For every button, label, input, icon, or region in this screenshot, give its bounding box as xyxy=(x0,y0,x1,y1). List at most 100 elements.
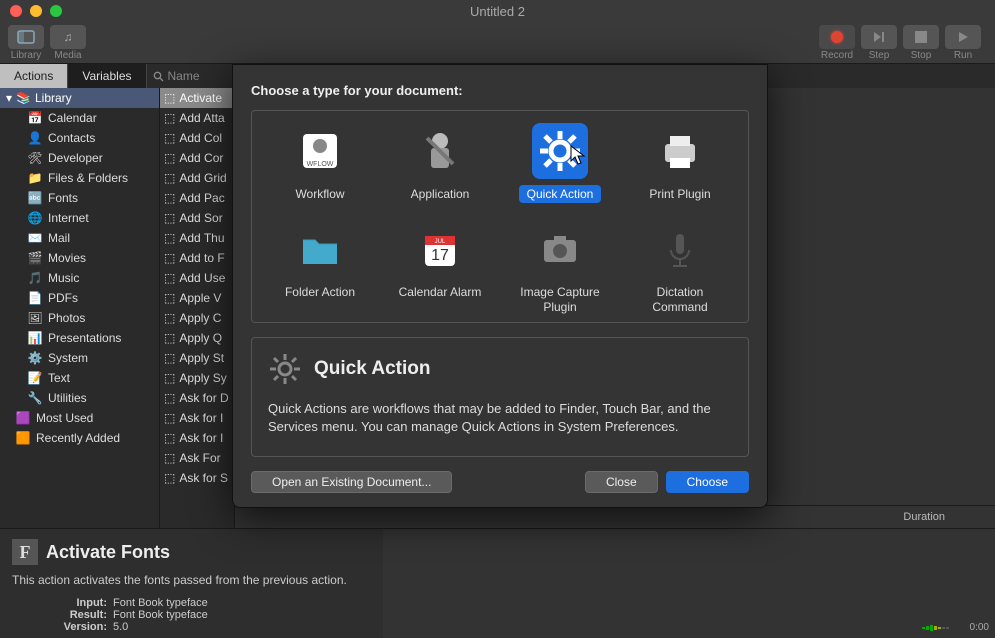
category-icon: 👤 xyxy=(28,131,42,145)
library-item[interactable]: ⚙️System xyxy=(0,348,159,368)
library-item-label: Fonts xyxy=(48,191,78,205)
library-item[interactable]: 🔧 Utilities xyxy=(0,388,159,408)
category-icon: 📁 xyxy=(28,171,42,185)
action-item[interactable]: ⬚Add Grid xyxy=(160,168,234,188)
action-icon: ⬚ xyxy=(164,91,175,105)
window-title: Untitled 2 xyxy=(470,4,525,19)
minimize-window-icon[interactable] xyxy=(30,5,42,17)
library-item[interactable]: 🎵Music xyxy=(0,268,159,288)
action-icon: ⬚ xyxy=(164,311,175,325)
action-item-label: Ask for S xyxy=(179,471,228,485)
stop-icon xyxy=(903,25,939,49)
library-toolbar-label: Library xyxy=(11,50,42,61)
action-item[interactable]: ⬚Add Sor xyxy=(160,208,234,228)
fonts-icon: F xyxy=(12,539,38,565)
action-item[interactable]: ⬚Apply Q xyxy=(160,328,234,348)
stop-toolbar-button[interactable]: Stop xyxy=(903,25,939,61)
action-item[interactable]: ⬚Apply C xyxy=(160,308,234,328)
doc-type-dictation-command[interactable]: Dictation Command xyxy=(620,221,740,316)
action-item[interactable]: ⬚Add Atta xyxy=(160,108,234,128)
close-window-icon[interactable] xyxy=(10,5,22,17)
action-item[interactable]: ⬚Ask For xyxy=(160,448,234,468)
library-item[interactable]: 📄PDFs xyxy=(0,288,159,308)
action-item[interactable]: ⬚Apply St xyxy=(160,348,234,368)
action-item[interactable]: ⬚Activate xyxy=(160,88,234,108)
library-item[interactable]: 🖼Photos xyxy=(0,308,159,328)
category-icon: 🛠 xyxy=(28,151,42,165)
library-header[interactable]: ▾ 📚 Library xyxy=(0,88,159,108)
doc-type-label: Application xyxy=(403,185,478,203)
library-item-label: Photos xyxy=(48,311,85,325)
step-toolbar-button[interactable]: Step xyxy=(861,25,897,61)
action-item[interactable]: ⬚Apple V xyxy=(160,288,234,308)
library-item[interactable]: 🔤 Fonts xyxy=(0,188,159,208)
action-item-label: Add Cor xyxy=(179,151,223,165)
action-item[interactable]: ⬚Add Cor xyxy=(160,148,234,168)
choose-button[interactable]: Choose xyxy=(666,471,749,493)
doc-type-image-capture-plugin[interactable]: Image Capture Plugin xyxy=(500,221,620,316)
library-item-label: Utilities xyxy=(48,391,87,405)
action-item[interactable]: ⬚Ask for I xyxy=(160,428,234,448)
action-icon: ⬚ xyxy=(164,331,175,345)
action-item[interactable]: ⬚Add to F xyxy=(160,248,234,268)
action-item-label: Apply Sy xyxy=(179,371,226,385)
tab-variables[interactable]: Variables xyxy=(68,64,146,88)
zoom-window-icon[interactable] xyxy=(50,5,62,17)
action-item[interactable]: ⬚ Apply Sy xyxy=(160,368,234,388)
action-item[interactable]: ⬚Ask for I xyxy=(160,408,234,428)
run-toolbar-button[interactable]: Run xyxy=(945,25,981,61)
action-item[interactable]: ⬚Add Use xyxy=(160,268,234,288)
action-icon: ⬚ xyxy=(164,191,175,205)
action-item[interactable]: ⬚Add Col xyxy=(160,128,234,148)
action-item[interactable]: ⬚Add Thu xyxy=(160,228,234,248)
action-item-label: Ask for D xyxy=(179,391,228,405)
action-item[interactable]: ⬚Ask for S xyxy=(160,468,234,488)
close-button[interactable]: Close xyxy=(585,471,658,493)
library-item[interactable]: 📝Text xyxy=(0,368,159,388)
step-icon xyxy=(861,25,897,49)
library-item[interactable]: 📊Presentations xyxy=(0,328,159,348)
library-most-used[interactable]: 🟪Most Used xyxy=(0,408,159,428)
action-icon: ⬚ xyxy=(164,371,175,385)
open-existing-document-button[interactable]: Open an Existing Document... xyxy=(251,471,452,493)
record-toolbar-button[interactable]: Record xyxy=(819,25,855,61)
action-icon: ⬚ xyxy=(164,291,175,305)
action-icon: ⬚ xyxy=(164,351,175,365)
doc-type-workflow[interactable]: WFLOWWorkflow xyxy=(260,123,380,203)
audio-meter-icon xyxy=(922,623,966,633)
action-item[interactable]: ⬚Ask for D xyxy=(160,388,234,408)
library-item[interactable]: 📅Calendar xyxy=(0,108,159,128)
doc-type-folder-action[interactable]: Folder Action xyxy=(260,221,380,316)
library-item[interactable]: 🎬Movies xyxy=(0,248,159,268)
most-used-label: Most Used xyxy=(36,411,93,425)
media-toolbar-button[interactable]: ♫ Media xyxy=(50,25,86,61)
doc-type-calendar-alarm[interactable]: 17JULCalendar Alarm xyxy=(380,221,500,316)
disclosure-triangle-icon: ▾ xyxy=(6,91,12,105)
action-list[interactable]: ⬚Activate⬚Add Atta⬚Add Col⬚Add Cor⬚Add G… xyxy=(160,88,235,528)
library-item[interactable]: 📁Files & Folders xyxy=(0,168,159,188)
library-item[interactable]: 👤Contacts xyxy=(0,128,159,148)
category-icon: 🔤 xyxy=(28,191,42,205)
library-recently-added[interactable]: 🟧Recently Added xyxy=(0,428,159,448)
version-value: 5.0 xyxy=(113,621,128,633)
doc-type-print-plugin[interactable]: Print Plugin xyxy=(620,123,740,203)
library-item-label: PDFs xyxy=(48,291,78,305)
library-item[interactable]: ✉️Mail xyxy=(0,228,159,248)
library-toolbar-button[interactable]: Library xyxy=(8,25,44,61)
action-detail-panel: F Activate Fonts This action activates t… xyxy=(0,528,383,638)
action-item-label: Ask for I xyxy=(179,431,223,445)
doc-type-label: Calendar Alarm xyxy=(391,283,490,301)
action-item[interactable]: ⬚Add Pac xyxy=(160,188,234,208)
category-icon: 🔧 xyxy=(28,391,42,405)
tab-actions[interactable]: Actions xyxy=(0,64,68,88)
action-icon: ⬚ xyxy=(164,231,175,245)
doc-type-label: Workflow xyxy=(287,185,352,203)
doc-type-label: Dictation Command xyxy=(620,283,740,316)
doc-type-application[interactable]: Application xyxy=(380,123,500,203)
library-category-list[interactable]: ▾ 📚 Library 📅Calendar👤Contacts🛠Developer… xyxy=(0,88,160,528)
library-item[interactable]: 🌐Internet xyxy=(0,208,159,228)
category-icon: ⚙️ xyxy=(28,351,42,365)
library-search[interactable]: Name xyxy=(147,64,227,88)
library-item[interactable]: 🛠Developer xyxy=(0,148,159,168)
doc-type-quick-action[interactable]: Quick Action xyxy=(500,123,620,203)
